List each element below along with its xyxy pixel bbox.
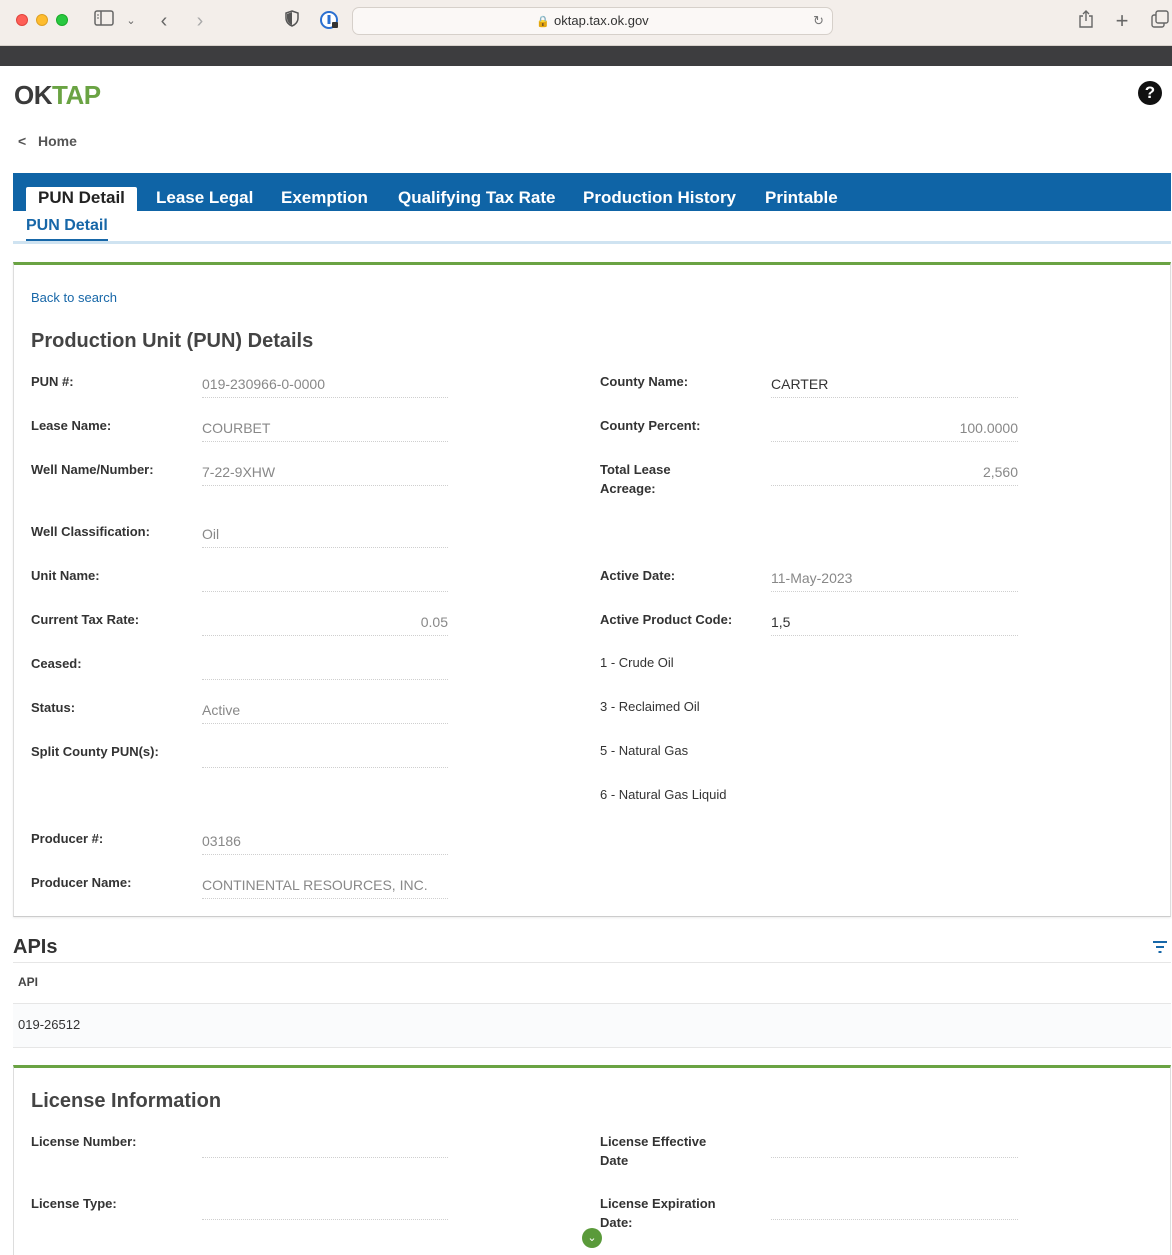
county-percent-value: 100.0000	[771, 412, 1018, 442]
active-product-code-value: 1,5	[771, 606, 1018, 636]
pun-number-value: 019-230966-0-0000	[202, 368, 448, 398]
pun-details-title: Production Unit (PUN) Details	[31, 330, 314, 352]
unit-name-value	[202, 562, 448, 592]
pun-number-label: PUN #:	[31, 374, 74, 389]
tab-production-history[interactable]: Production History	[583, 187, 736, 211]
active-product-code-label: Active Product Code:	[600, 612, 733, 627]
close-window-button[interactable]	[16, 14, 28, 26]
producer-name-label: Producer Name:	[31, 875, 132, 890]
active-date-label: Active Date:	[600, 568, 676, 583]
scroll-down-chevron-icon[interactable]: ⌄	[582, 1228, 602, 1248]
home-breadcrumb[interactable]: < Home	[18, 133, 77, 149]
county-percent-label: County Percent:	[600, 418, 701, 433]
status-value: Active	[202, 694, 448, 724]
tab-qualifying-tax-rate[interactable]: Qualifying Tax Rate	[398, 187, 555, 211]
api-column-header[interactable]: API	[18, 975, 38, 989]
shield-icon[interactable]	[282, 10, 302, 32]
active-date-value: 11-May-2023	[771, 562, 1018, 592]
lease-name-label: Lease Name:	[31, 418, 112, 433]
total-lease-acreage-label: Total Lease Acreage:	[600, 462, 671, 496]
well-classification-value: Oil	[202, 518, 448, 548]
split-county-value	[202, 738, 448, 768]
address-bar[interactable]: 🔒 oktap.tax.ok.gov ↻	[352, 7, 833, 35]
lock-icon: 🔒	[536, 16, 551, 28]
well-classification-label: Well Classification:	[31, 524, 150, 539]
license-expiration-date-label: License Expiration Date:	[600, 1196, 716, 1230]
product-code-crude-oil: 1 - Crude Oil	[600, 655, 674, 670]
license-expiration-date-value	[771, 1190, 1018, 1220]
back-arrow-icon[interactable]: ‹	[154, 10, 174, 32]
apis-table-bottom	[13, 1047, 1171, 1048]
reload-icon[interactable]: ↻	[813, 8, 824, 34]
license-type-value	[202, 1190, 448, 1220]
producer-number-label: Producer #:	[31, 831, 104, 846]
product-code-natural-gas: 5 - Natural Gas	[600, 743, 689, 758]
back-to-search-link[interactable]: Back to search	[31, 290, 117, 305]
password-extension-icon[interactable]	[318, 10, 340, 32]
ceased-label: Ceased:	[31, 656, 82, 671]
county-name-label: County Name:	[600, 374, 689, 389]
logo-tap-text: TAP	[52, 80, 101, 110]
share-icon[interactable]	[1076, 10, 1096, 32]
sidebar-toggle-icon[interactable]	[92, 10, 116, 32]
browser-toolbar: ⌄ ‹ › 🔒 oktap.tax.ok.gov ↻ +	[0, 0, 1172, 46]
new-tab-icon[interactable]: +	[1112, 10, 1132, 32]
subtab-pun-detail[interactable]: PUN Detail	[26, 217, 108, 242]
main-tab-bar: PUN Detail Lease Legal Exemption Qualify…	[13, 173, 1171, 211]
unit-name-label: Unit Name:	[31, 568, 100, 583]
license-number-value	[202, 1128, 448, 1158]
browser-divider	[0, 46, 1172, 66]
total-lease-acreage-value: 2,560	[771, 456, 1018, 486]
license-effective-date-value	[771, 1128, 1018, 1158]
subtab-underline	[13, 241, 1171, 244]
county-name-value: CARTER	[771, 368, 1018, 398]
product-code-natural-gas-liquid: 6 - Natural Gas Liquid	[600, 787, 727, 802]
license-number-label: License Number:	[31, 1134, 137, 1149]
lease-name-value: COURBET	[202, 412, 448, 442]
current-tax-rate-label: Current Tax Rate:	[31, 612, 140, 627]
tab-exemption[interactable]: Exemption	[281, 187, 368, 211]
license-information-title: License Information	[31, 1090, 222, 1112]
oktap-logo[interactable]: OKTAP	[14, 80, 101, 111]
logo-ok-text: OK	[14, 80, 53, 110]
api-cell: 019-26512	[18, 1017, 81, 1032]
ceased-value	[202, 650, 448, 680]
license-effective-date-label: License Effective Date	[600, 1134, 707, 1168]
url-text: oktap.tax.ok.gov	[554, 13, 649, 28]
zoom-window-button[interactable]	[56, 14, 68, 26]
split-county-label: Split County PUN(s):	[31, 744, 159, 759]
apis-title: APIs	[13, 936, 58, 958]
producer-number-value: 03186	[202, 825, 448, 855]
product-code-reclaimed-oil: 3 - Reclaimed Oil	[600, 699, 700, 714]
table-row[interactable]	[13, 1004, 1171, 1047]
license-type-label: License Type:	[31, 1196, 117, 1211]
tab-lease-legal[interactable]: Lease Legal	[156, 187, 253, 211]
tab-pun-detail[interactable]: PUN Detail	[26, 187, 137, 211]
current-tax-rate-value: 0.05	[202, 606, 448, 636]
producer-name-value: CONTINENTAL RESOURCES, INC.	[202, 869, 448, 899]
chevron-left-icon: <	[18, 133, 27, 149]
apis-header-divider	[13, 962, 1171, 963]
help-icon[interactable]: ?	[1138, 81, 1162, 105]
minimize-window-button[interactable]	[36, 14, 48, 26]
filter-icon[interactable]	[1152, 940, 1168, 954]
status-label: Status:	[31, 700, 76, 715]
chevron-down-icon[interactable]: ⌄	[124, 10, 138, 32]
well-name-label: Well Name/Number:	[31, 462, 154, 477]
forward-arrow-icon[interactable]: ›	[190, 10, 210, 32]
tab-printable[interactable]: Printable	[765, 187, 838, 211]
tab-overview-icon[interactable]	[1150, 10, 1170, 32]
home-label: Home	[38, 133, 77, 149]
well-name-value: 7-22-9XHW	[202, 456, 448, 486]
